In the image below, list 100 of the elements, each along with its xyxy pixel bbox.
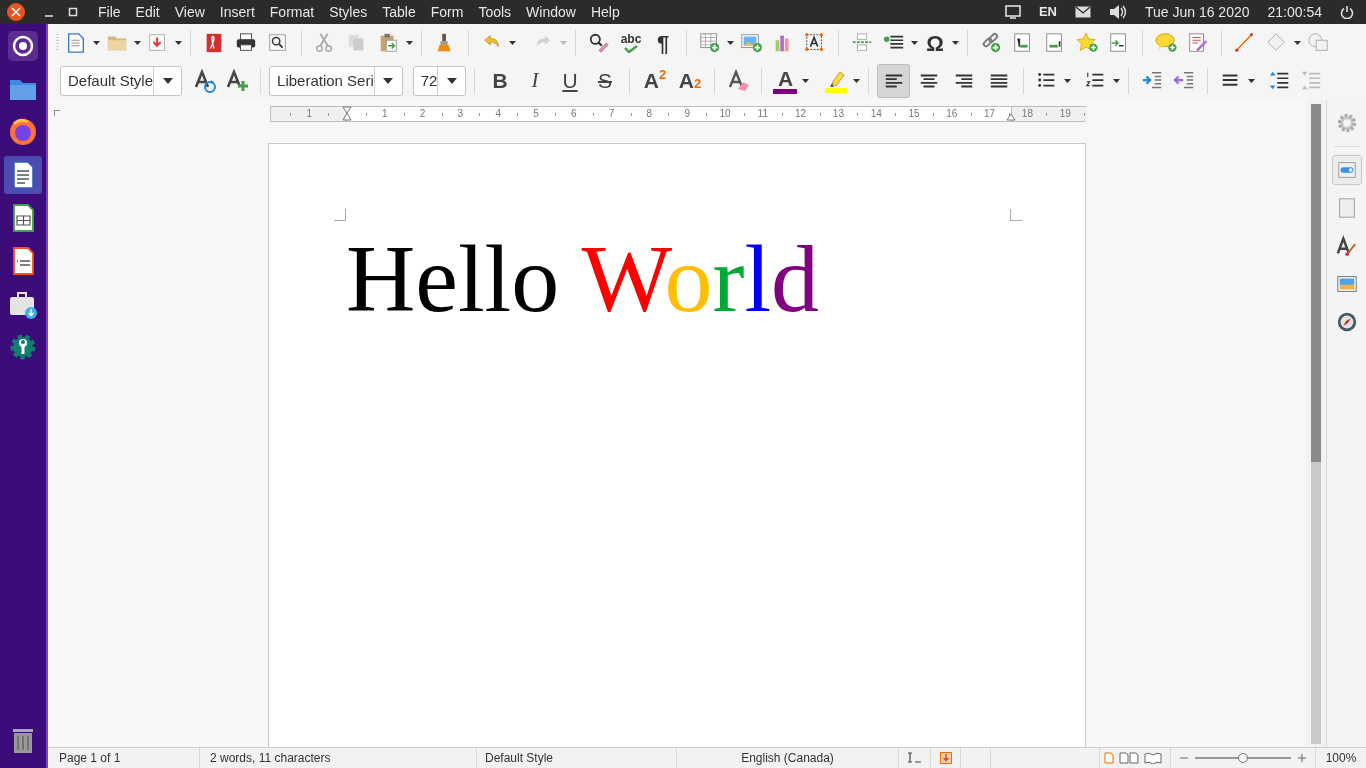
- text-frame-icon[interactable]: [804, 32, 826, 54]
- caret-icon[interactable]: [911, 41, 918, 45]
- caret-icon[interactable]: [93, 41, 100, 45]
- menu-item[interactable]: File: [98, 1, 121, 23]
- magnifier-icon[interactable]: [267, 32, 289, 54]
- indent-marker-icon[interactable]: [1006, 113, 1016, 121]
- indent-marker-icon[interactable]: [342, 106, 352, 122]
- menu-item[interactable]: Tools: [478, 1, 512, 23]
- zoom-percent[interactable]: 100%: [1325, 749, 1357, 767]
- close-icon[interactable]: [6, 2, 26, 22]
- edit-document-icon[interactable]: [1187, 32, 1209, 54]
- font-color-button[interactable]: A: [770, 66, 801, 96]
- caret-icon[interactable]: [952, 41, 959, 45]
- two-pages-icon[interactable]: [1119, 752, 1139, 764]
- dropdown-arrow-icon[interactable]: [446, 78, 457, 84]
- caret-icon[interactable]: [1113, 79, 1121, 83]
- power-icon[interactable]: [1340, 5, 1354, 19]
- mail-icon[interactable]: [1074, 6, 1091, 18]
- align-left-button[interactable]: [877, 64, 911, 98]
- special-character-button[interactable]: Ω: [920, 28, 950, 58]
- spelling-button[interactable]: abc: [616, 28, 646, 58]
- display-icon[interactable]: [1004, 5, 1021, 19]
- find-replace-icon[interactable]: [588, 32, 610, 54]
- save-status-icon[interactable]: [939, 752, 952, 764]
- line-icon[interactable]: [1234, 32, 1256, 54]
- format-button[interactable]: A$^{2}$: [638, 66, 672, 96]
- font-size-field[interactable]: 72: [412, 66, 467, 96]
- style-brush-icon: [1335, 235, 1358, 257]
- table-icon[interactable]: [699, 32, 721, 54]
- menu-item[interactable]: Help: [590, 1, 620, 23]
- update-style-icon[interactable]: [193, 69, 218, 93]
- format-button[interactable]: U: [553, 66, 587, 96]
- menu-item[interactable]: Edit: [135, 1, 160, 23]
- ruler-number: 18: [1021, 107, 1033, 121]
- clipboard-icon[interactable]: [378, 32, 400, 54]
- checkmark-icon: [624, 45, 638, 53]
- ruler[interactable]: 1 1 2 3 4 5 6 7 8 9 10 11 12 13 14 15 16 17 18 19: [270, 106, 1086, 122]
- ruler-number: 16: [946, 107, 958, 121]
- volume-icon[interactable]: [1108, 4, 1127, 20]
- launcher-item[interactable]: [4, 156, 42, 194]
- format-button[interactable]: S: [588, 66, 622, 96]
- menu-item[interactable]: Insert: [219, 1, 255, 23]
- caret-icon[interactable]: [1294, 41, 1301, 45]
- language[interactable]: English (Canada): [741, 749, 834, 767]
- settings-icon: [1335, 112, 1358, 134]
- page-number[interactable]: Page 1 of 1: [59, 749, 121, 767]
- dropdown-arrow-icon[interactable]: [162, 78, 173, 84]
- caret-icon[interactable]: [509, 41, 516, 45]
- compass-icon: [1335, 311, 1358, 333]
- menu-item[interactable]: Format: [269, 1, 315, 23]
- new-style-icon[interactable]: [225, 69, 250, 93]
- ruler-number: 1: [306, 107, 312, 121]
- color-bar-icon: [773, 88, 798, 94]
- caret-icon[interactable]: [134, 41, 141, 45]
- paragraph-style-field[interactable]: Default Style: [60, 66, 183, 96]
- insert-mode-icon[interactable]: [906, 752, 923, 764]
- ruler-number: 14: [870, 107, 882, 121]
- menu-item[interactable]: View: [174, 1, 205, 23]
- menu-item[interactable]: Window: [526, 1, 576, 23]
- maximize-icon[interactable]: [68, 7, 78, 17]
- printer-icon[interactable]: [234, 32, 258, 54]
- ruler-number: 5: [533, 107, 539, 121]
- ruler-number: 15: [908, 107, 920, 121]
- star-icon[interactable]: [1075, 32, 1099, 54]
- picture-icon: [1335, 273, 1358, 295]
- comment-icon[interactable]: [1154, 32, 1178, 54]
- caret-icon[interactable]: [853, 79, 861, 83]
- caret-icon[interactable]: [406, 41, 413, 45]
- formatting-marks-button[interactable]: ¶: [648, 28, 678, 58]
- clock-text[interactable]: 21:00:54: [1267, 1, 1322, 23]
- keyboard-layout[interactable]: EN: [1038, 2, 1057, 22]
- ruler-number: 19: [1059, 107, 1071, 121]
- ruler-number: 1: [382, 107, 388, 121]
- caret-icon[interactable]: [802, 79, 810, 83]
- image-icon[interactable]: [739, 32, 763, 54]
- dropdown-arrow-icon[interactable]: [383, 78, 394, 84]
- menu-item[interactable]: Styles: [329, 1, 368, 23]
- slider-thumb[interactable]: [1238, 753, 1248, 763]
- menu-item[interactable]: Form: [430, 1, 464, 23]
- caret-icon[interactable]: [1064, 79, 1072, 83]
- page-style[interactable]: Default Style: [485, 749, 554, 767]
- clear-formatting-icon[interactable]: [726, 69, 751, 93]
- caret-icon[interactable]: [175, 41, 182, 45]
- toggle-switch-icon: [1335, 159, 1358, 181]
- scrollbar-thumb[interactable]: [1311, 104, 1321, 462]
- format-button[interactable]: B: [483, 66, 517, 96]
- date-text[interactable]: Tue Jun 16 2020: [1144, 1, 1250, 23]
- ruler-number: 8: [646, 107, 653, 121]
- menu-item[interactable]: Table: [382, 1, 416, 23]
- zoom-in-icon[interactable]: [1297, 753, 1307, 763]
- caret-icon[interactable]: [1248, 79, 1256, 83]
- document-text: Hello World: [346, 224, 820, 334]
- zoom-slider[interactable]: [1195, 752, 1291, 764]
- font-name-field[interactable]: Liberation Seri: [269, 66, 403, 96]
- caret-icon[interactable]: [727, 41, 734, 45]
- format-button[interactable]: I: [518, 66, 552, 96]
- book-view-icon[interactable]: [1144, 752, 1162, 764]
- word-count[interactable]: 2 words, 11 characters: [210, 749, 331, 767]
- ruler-number: 9: [684, 107, 690, 121]
- new-document-icon[interactable]: [65, 32, 87, 54]
